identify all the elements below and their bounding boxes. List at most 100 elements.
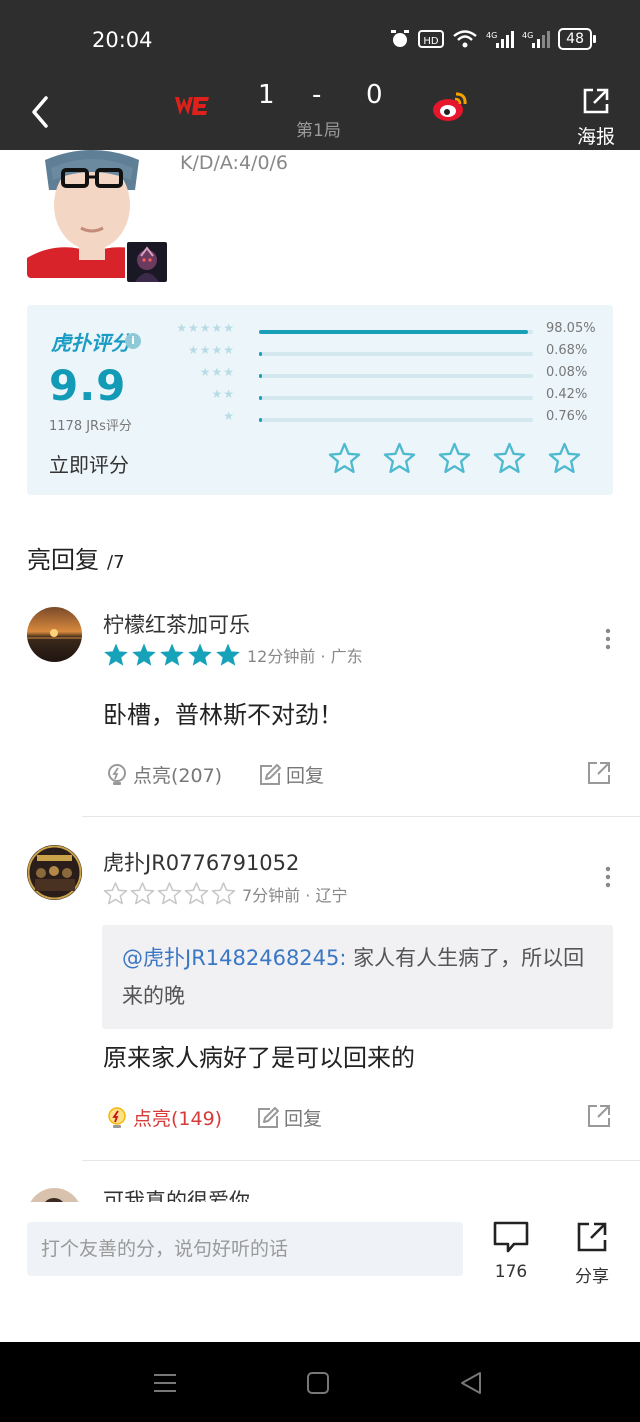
rate-stars[interactable] bbox=[327, 441, 582, 476]
team-weibo-logo[interactable] bbox=[430, 86, 470, 126]
rate-star-icon-5[interactable] bbox=[547, 441, 582, 476]
divider bbox=[82, 816, 640, 817]
like-button[interactable]: 点亮(149) bbox=[105, 1104, 222, 1131]
comment-username[interactable]: 柠檬红茶加可乐 bbox=[103, 609, 250, 639]
divider bbox=[82, 1160, 640, 1161]
distribution-fill bbox=[259, 374, 262, 378]
back-icon[interactable] bbox=[458, 1370, 484, 1396]
distribution-percent: 0.08% bbox=[546, 365, 588, 380]
share-icon[interactable] bbox=[587, 1104, 611, 1128]
comment-body: 卧槽，普林斯不对劲！ bbox=[103, 701, 343, 729]
reply-label: 回复 bbox=[284, 1108, 323, 1130]
like-count: 点亮(149) bbox=[133, 1108, 223, 1130]
distribution-fill bbox=[259, 418, 262, 422]
comment-input[interactable] bbox=[27, 1222, 463, 1276]
battery-indicator: 48 bbox=[558, 28, 596, 50]
more-options-icon[interactable] bbox=[602, 627, 614, 651]
edit-icon bbox=[260, 763, 281, 785]
filled-star-icon bbox=[216, 643, 240, 666]
distribution-row: ★ 0.76% bbox=[177, 409, 597, 429]
external-share-icon bbox=[583, 88, 609, 114]
distribution-fill bbox=[259, 352, 262, 356]
rating-count: 1178 JRs评分 bbox=[49, 419, 132, 434]
wifi-icon bbox=[453, 30, 477, 48]
distribution-stars-icon: ★★ bbox=[211, 387, 235, 401]
distribution-track bbox=[259, 396, 533, 400]
top-bar: 20:04 HD 4G 4G 48 1 - 0 第1局 海报 bbox=[0, 0, 640, 150]
rate-star-icon-4[interactable] bbox=[492, 441, 527, 476]
status-time: 20:04 bbox=[92, 28, 153, 52]
player-kda: K/D/A:4/0/6 bbox=[180, 152, 289, 174]
distribution-stars-icon: ★ bbox=[223, 409, 235, 423]
quote-mention[interactable]: @虎扑JR1482468245: bbox=[122, 946, 346, 970]
distribution-stars-icon: ★★★ bbox=[199, 365, 235, 379]
filled-star-icon bbox=[188, 643, 212, 666]
empty-star-icon bbox=[211, 882, 236, 905]
distribution-row: ★★★ 0.08% bbox=[177, 365, 597, 385]
hd-icon: HD bbox=[418, 30, 445, 48]
distribution-fill bbox=[259, 330, 528, 334]
distribution-track bbox=[259, 418, 533, 422]
rate-now-label[interactable]: 立即评分 bbox=[49, 449, 129, 478]
status-icons: HD 4G 4G 48 bbox=[390, 28, 596, 50]
lightbulb-lit-icon bbox=[108, 1106, 126, 1128]
back-arrow-icon[interactable] bbox=[26, 92, 56, 132]
share-button[interactable]: 分享 bbox=[567, 1220, 617, 1287]
system-nav-bar bbox=[0, 1342, 640, 1422]
avatar[interactable] bbox=[27, 845, 82, 900]
poster-label: 海报 bbox=[576, 126, 615, 148]
champion-icon bbox=[125, 240, 169, 284]
filled-star-icon bbox=[104, 643, 128, 666]
reply-button[interactable]: 回复 bbox=[258, 761, 324, 788]
lightbulb-icon bbox=[108, 763, 126, 785]
replies-count: /7 bbox=[107, 552, 125, 573]
reply-button[interactable]: 回复 bbox=[256, 1104, 322, 1131]
menu-icon[interactable] bbox=[152, 1370, 178, 1396]
distribution-track bbox=[259, 352, 533, 356]
rate-star-icon-2[interactable] bbox=[382, 441, 417, 476]
svg-text:HD: HD bbox=[424, 36, 440, 47]
score-separator: - bbox=[312, 80, 322, 110]
score-team-b: 0 bbox=[366, 80, 383, 110]
distribution-percent: 0.68% bbox=[546, 343, 588, 358]
comment-rating: 7分钟前 · 辽宁 bbox=[103, 881, 347, 906]
avatar[interactable] bbox=[27, 607, 82, 662]
like-button[interactable]: 点亮(207) bbox=[105, 761, 222, 788]
quoted-reply[interactable]: @虎扑JR1482468245: 家人有人生病了，所以回来的晚 bbox=[102, 925, 613, 1029]
signal-icon-2: 4G bbox=[522, 31, 551, 48]
share-label: 分享 bbox=[575, 1267, 609, 1287]
team-we-logo[interactable] bbox=[174, 94, 210, 118]
rating-score: 9.9 bbox=[49, 361, 127, 410]
alarm-icon bbox=[391, 30, 410, 47]
signal-icon-1: 4G bbox=[486, 31, 515, 48]
filled-star-icon bbox=[160, 643, 184, 666]
comment-icon bbox=[493, 1221, 529, 1253]
empty-star-icon bbox=[184, 882, 209, 905]
rating-card: 虎扑评分® i 9.9 1178 JRs评分 立即评分 ★★★★★98.05%★… bbox=[27, 305, 613, 495]
edit-icon bbox=[258, 1106, 279, 1128]
empty-star-icon bbox=[157, 882, 182, 905]
comments-button[interactable]: 176 bbox=[486, 1220, 536, 1282]
rate-star-icon-1[interactable] bbox=[327, 441, 362, 476]
poster-button[interactable]: 海报 bbox=[572, 86, 620, 149]
comment-username[interactable]: 虎扑JR0776791052 bbox=[103, 847, 299, 877]
rate-star-icon-3[interactable] bbox=[437, 441, 472, 476]
distribution-stars-icon: ★★★★★ bbox=[176, 321, 235, 335]
home-icon[interactable] bbox=[305, 1370, 331, 1396]
network-type: 4G bbox=[486, 31, 497, 40]
like-count: 点亮(207) bbox=[133, 765, 223, 787]
distribution-stars-icon: ★★★★ bbox=[187, 343, 235, 357]
distribution-fill bbox=[259, 396, 262, 400]
comment-rating: 12分钟前 · 广东 bbox=[103, 642, 363, 668]
info-icon[interactable]: i bbox=[125, 333, 141, 349]
empty-star-icon bbox=[130, 882, 155, 905]
distribution-row: ★★ 0.42% bbox=[177, 387, 597, 407]
distribution-row: ★★★★★ 98.05% bbox=[176, 321, 597, 341]
share-icon[interactable] bbox=[587, 761, 611, 785]
replies-title: 亮回复/7 bbox=[27, 546, 125, 574]
more-options-icon[interactable] bbox=[602, 865, 614, 889]
filled-star-icon bbox=[132, 643, 156, 666]
score-team-a: 1 bbox=[258, 80, 275, 110]
distribution-percent: 0.42% bbox=[546, 387, 588, 402]
distribution-row: ★★★★ 0.68% bbox=[177, 343, 597, 363]
